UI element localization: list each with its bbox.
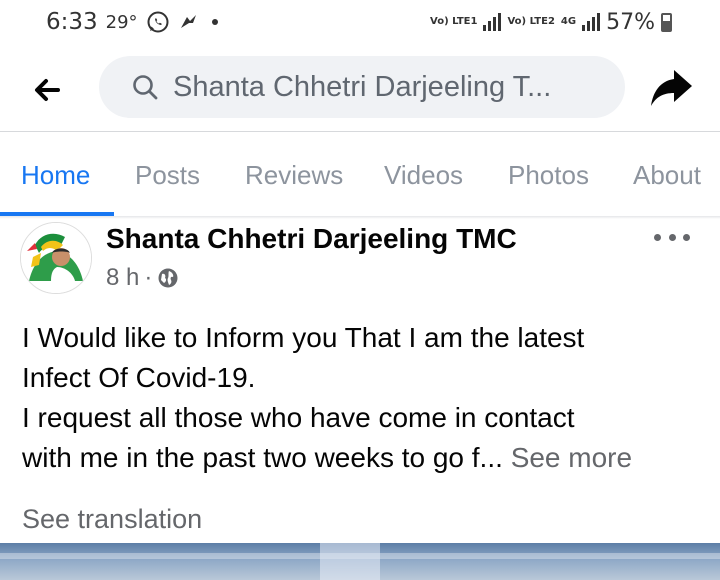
tab-videos[interactable]: Videos [384,160,463,191]
back-button[interactable] [28,70,68,110]
tab-reviews[interactable]: Reviews [245,160,343,191]
sim1-label: Vo) LTE1 [430,16,478,27]
back-arrow-icon [35,79,60,101]
post-options-button[interactable] [654,227,690,247]
search-query: Shanta Chhetri Darjeeling T... [173,70,552,103]
sim2-label: Vo) LTE2 [507,16,555,27]
more-dot-icon [668,233,676,241]
tab-home[interactable]: Home [21,160,90,191]
network-type: 4G [560,16,577,27]
clock: 6:33 [46,9,98,35]
tab-about[interactable]: About [633,160,701,191]
post-author[interactable]: Shanta Chhetri Darjeeling TMC [106,223,517,255]
post-text-line-last: with me in the past two weeks to go f...… [22,438,712,478]
temperature: 29° [105,11,138,33]
share-icon [651,70,692,106]
post-time[interactable]: 8 h [106,264,139,292]
post-text-line: I Would like to Inform you That I am the… [22,322,585,353]
post-meta: 8 h · [106,264,179,292]
post-text-line: Infect Of Covid-19. [22,362,256,393]
page-tabs: Home Posts Reviews Videos Photos About [0,132,720,216]
see-more-link[interactable]: See more [511,442,632,473]
status-bar: 6:33 29° Vo) LTE1 Vo) LTE2 4G 57% [0,0,720,44]
dot-icon [211,19,218,25]
post-text: I Would like to Inform you That I am the… [22,318,712,478]
whatsapp-icon [147,11,169,33]
more-dot-icon [654,233,661,241]
post-header: Shanta Chhetri Darjeeling TMC 8 h · [0,219,720,309]
signal-icon [483,13,502,31]
post-text-truncated: with me in the past two weeks to go f... [22,442,503,473]
tab-photos[interactable]: Photos [508,160,589,191]
post-text-line: I request all those who have come in con… [22,402,575,433]
more-dot-icon [683,233,690,241]
meta-separator: · [144,264,153,291]
battery-percent: 57% [606,9,655,35]
status-right: Vo) LTE1 Vo) LTE2 4G 57% [430,8,672,36]
signal-icon [582,13,601,31]
party-logo-icon [21,223,91,293]
see-translation-link[interactable]: See translation [22,504,202,535]
search-input[interactable]: Shanta Chhetri Darjeeling T... [99,56,625,118]
status-left: 6:33 29° [46,8,222,36]
search-icon [133,75,158,100]
post-image[interactable] [0,543,720,580]
top-bar: Shanta Chhetri Darjeeling T... [0,50,720,128]
battery-icon [661,12,672,32]
avatar[interactable] [20,222,92,294]
globe-icon [158,268,178,288]
bird-icon [180,15,196,28]
tab-posts[interactable]: Posts [135,160,200,191]
share-button[interactable] [648,66,696,110]
